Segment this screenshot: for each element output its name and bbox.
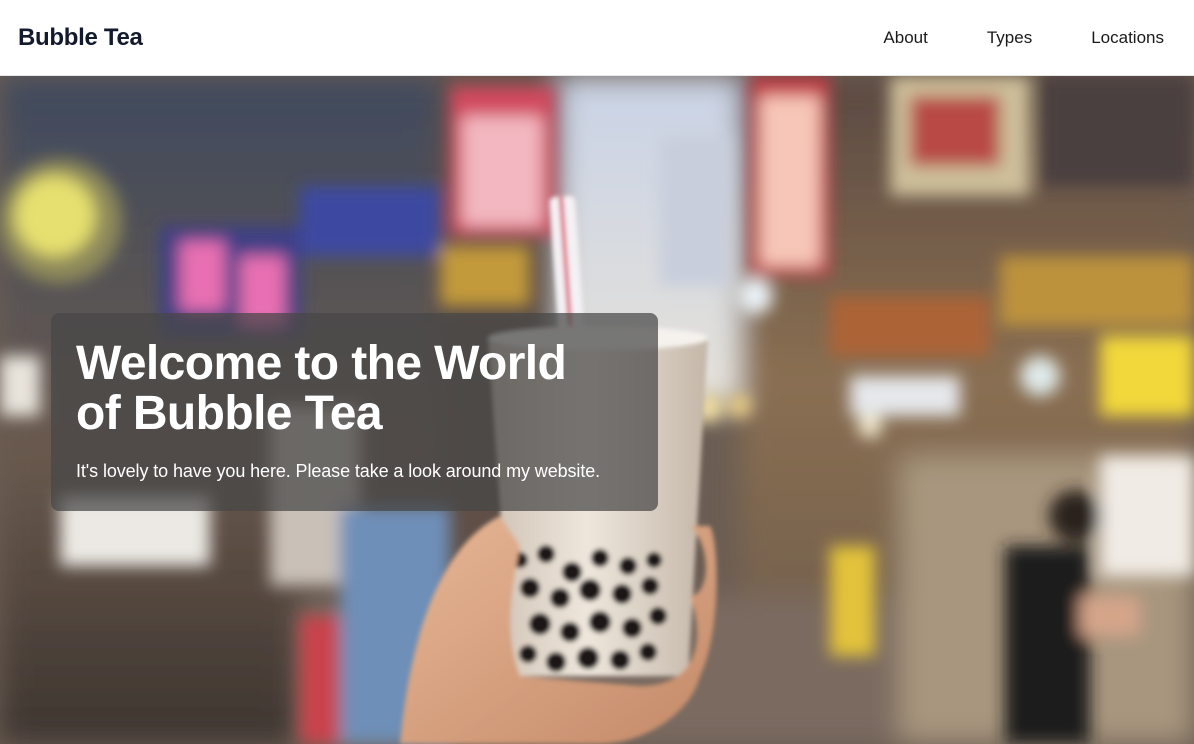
- main-nav: About Types Locations: [824, 28, 1164, 48]
- nav-link-about[interactable]: About: [883, 28, 927, 48]
- hero-title: Welcome to the World of Bubble Tea: [76, 337, 567, 440]
- nav-link-locations[interactable]: Locations: [1091, 28, 1164, 48]
- nav-link-types[interactable]: Types: [987, 28, 1032, 48]
- welcome-card: Welcome to the World of Bubble Tea It's …: [51, 313, 658, 511]
- brand-logo-link[interactable]: Bubble Tea: [18, 24, 143, 52]
- hero-section: Welcome to the World of Bubble Tea It's …: [0, 76, 1194, 744]
- top-navbar: Bubble Tea About Types Locations: [0, 0, 1194, 76]
- hero-subtitle: It's lovely to have you here. Please tak…: [76, 461, 601, 481]
